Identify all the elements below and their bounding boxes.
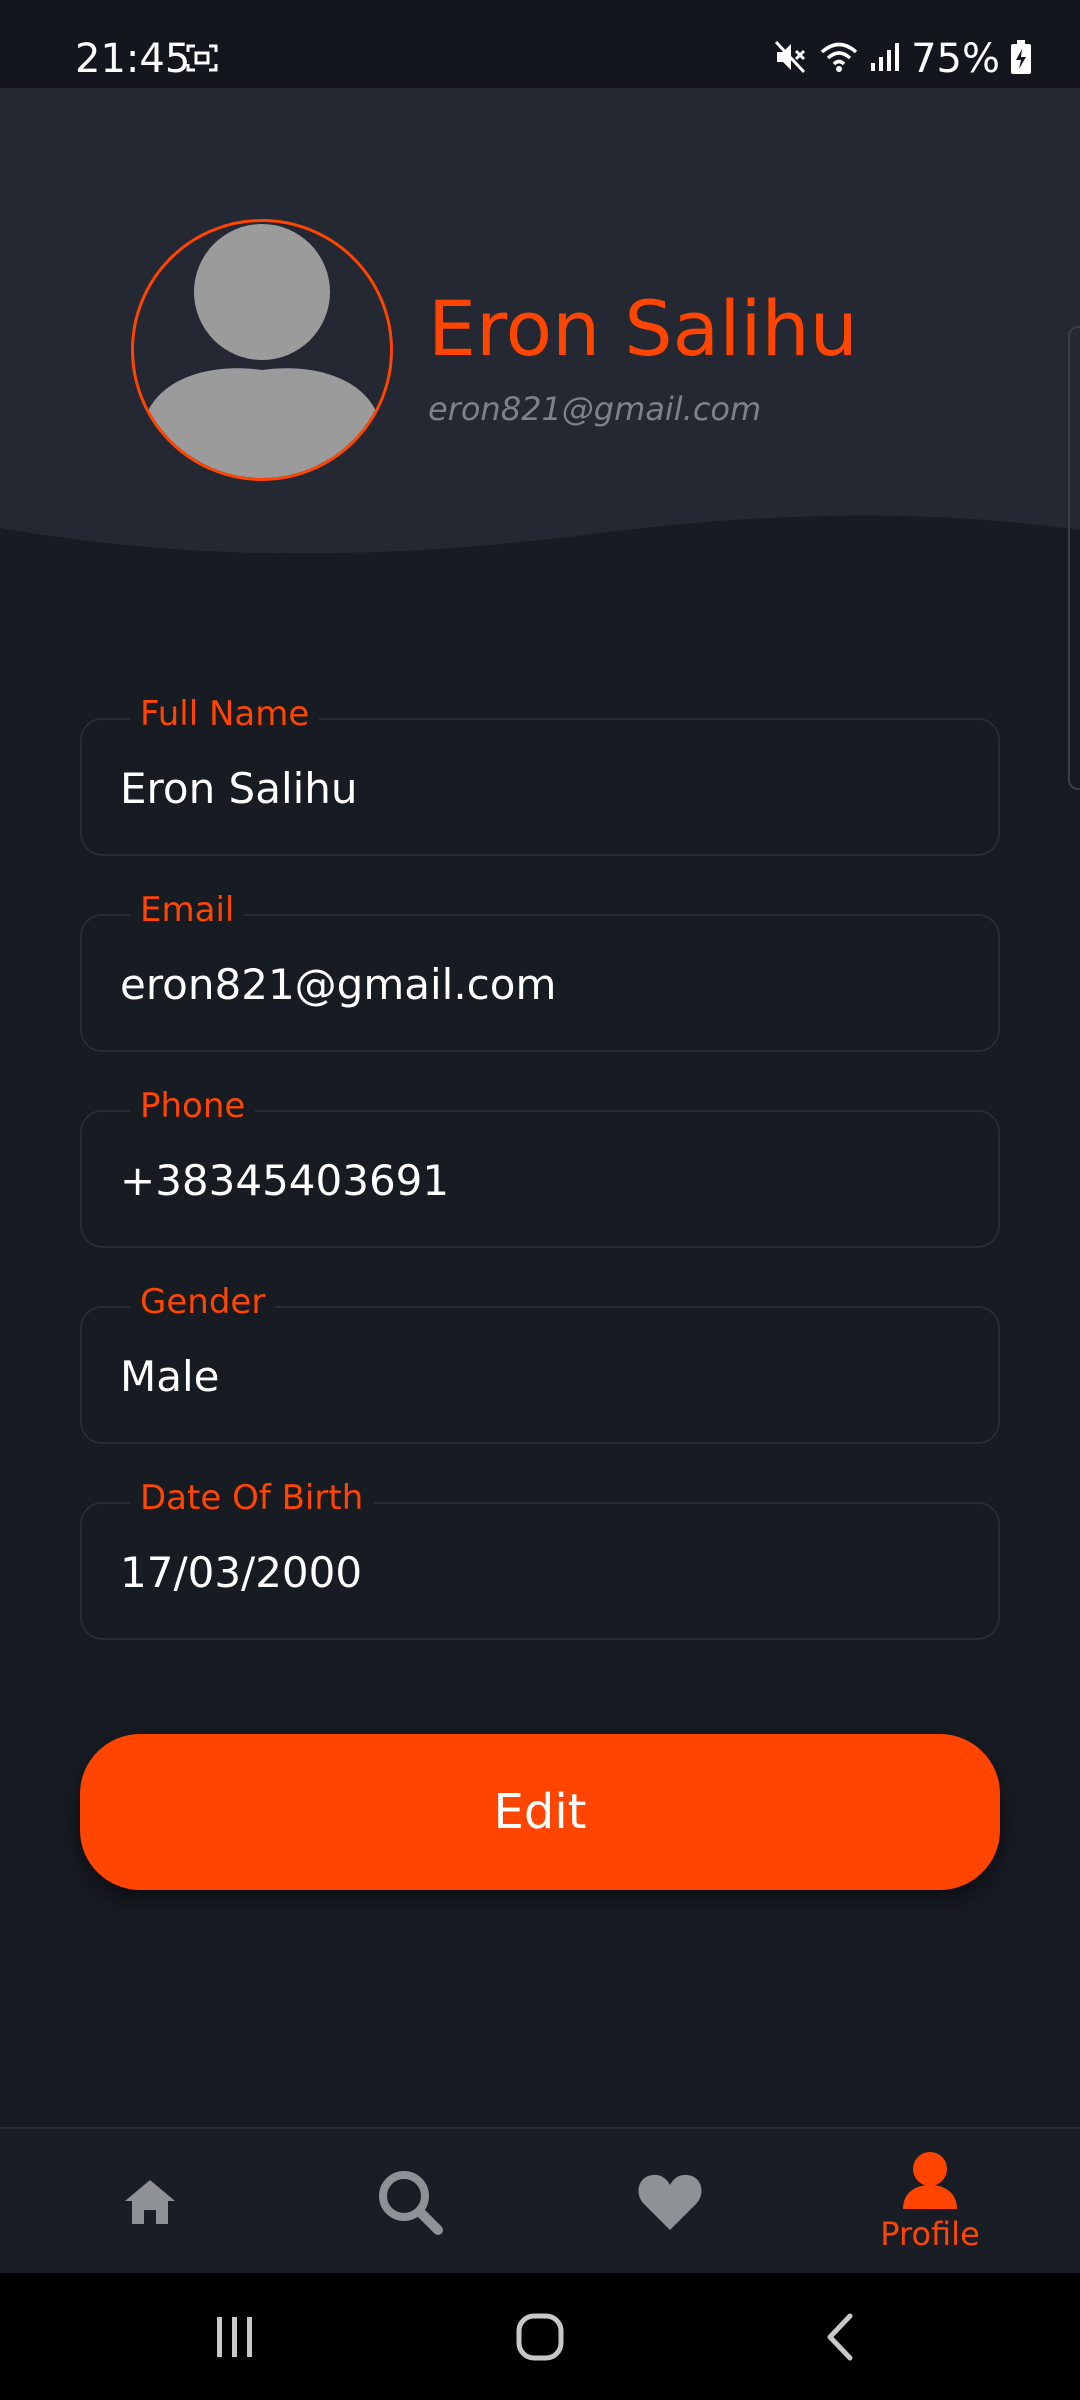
date-of-birth-field[interactable]: Date Of Birth 17/03/2000	[80, 1478, 1000, 1640]
field-value: 17/03/2000	[120, 1548, 363, 1597]
battery-charging-icon	[1010, 39, 1032, 79]
back-button[interactable]	[780, 2273, 900, 2400]
bottom-navigation: Profile	[0, 2127, 1080, 2273]
heart-icon	[638, 2174, 702, 2230]
profile-name: Eron Salihu	[428, 284, 858, 373]
home-button-icon	[516, 2313, 564, 2360]
mute-icon	[773, 39, 809, 79]
wifi-icon	[819, 40, 859, 78]
field-label: Email	[130, 890, 245, 930]
nav-profile[interactable]: Profile	[850, 2129, 1010, 2275]
recent-apps-icon	[217, 2316, 252, 2357]
home-icon	[125, 2180, 175, 2224]
full-name-field[interactable]: Full Name Eron Salihu	[80, 694, 1000, 856]
battery-percent: 75%	[911, 36, 1000, 82]
recent-apps-button[interactable]	[180, 2273, 290, 2400]
scroll-indicator[interactable]	[1068, 326, 1080, 790]
field-label: Full Name	[130, 694, 320, 734]
screen-record-icon	[186, 44, 218, 76]
phone-field[interactable]: Phone +38345403691	[80, 1086, 1000, 1248]
profile-icon	[903, 2152, 957, 2209]
nav-favorites[interactable]	[610, 2129, 730, 2275]
field-value: Male	[120, 1352, 220, 1401]
avatar[interactable]	[131, 219, 393, 481]
home-button[interactable]	[480, 2273, 600, 2400]
field-label: Gender	[130, 1282, 276, 1322]
email-field[interactable]: Email eron821@gmail.com	[80, 890, 1000, 1052]
search-icon	[379, 2171, 443, 2235]
field-label: Phone	[130, 1086, 256, 1126]
nav-search[interactable]	[350, 2129, 470, 2275]
system-navigation-bar	[0, 2273, 1080, 2400]
field-label: Date Of Birth	[130, 1478, 374, 1518]
profile-email: eron821@gmail.com	[428, 390, 762, 428]
edit-button[interactable]: Edit	[80, 1734, 1000, 1890]
field-value: Eron Salihu	[120, 764, 358, 813]
default-avatar-icon	[134, 224, 390, 478]
status-time: 21:45	[75, 36, 191, 82]
profile-header: Eron Salihu eron821@gmail.com	[0, 88, 1080, 568]
field-value: eron821@gmail.com	[120, 960, 557, 1009]
signal-icon	[869, 41, 901, 77]
gender-field[interactable]: Gender Male	[80, 1282, 1000, 1444]
back-icon	[827, 2313, 853, 2360]
status-bar: 21:45 75%	[0, 0, 1080, 88]
field-value: +38345403691	[120, 1156, 450, 1205]
nav-home[interactable]	[90, 2129, 210, 2275]
nav-profile-label: Profile	[880, 2215, 980, 2253]
